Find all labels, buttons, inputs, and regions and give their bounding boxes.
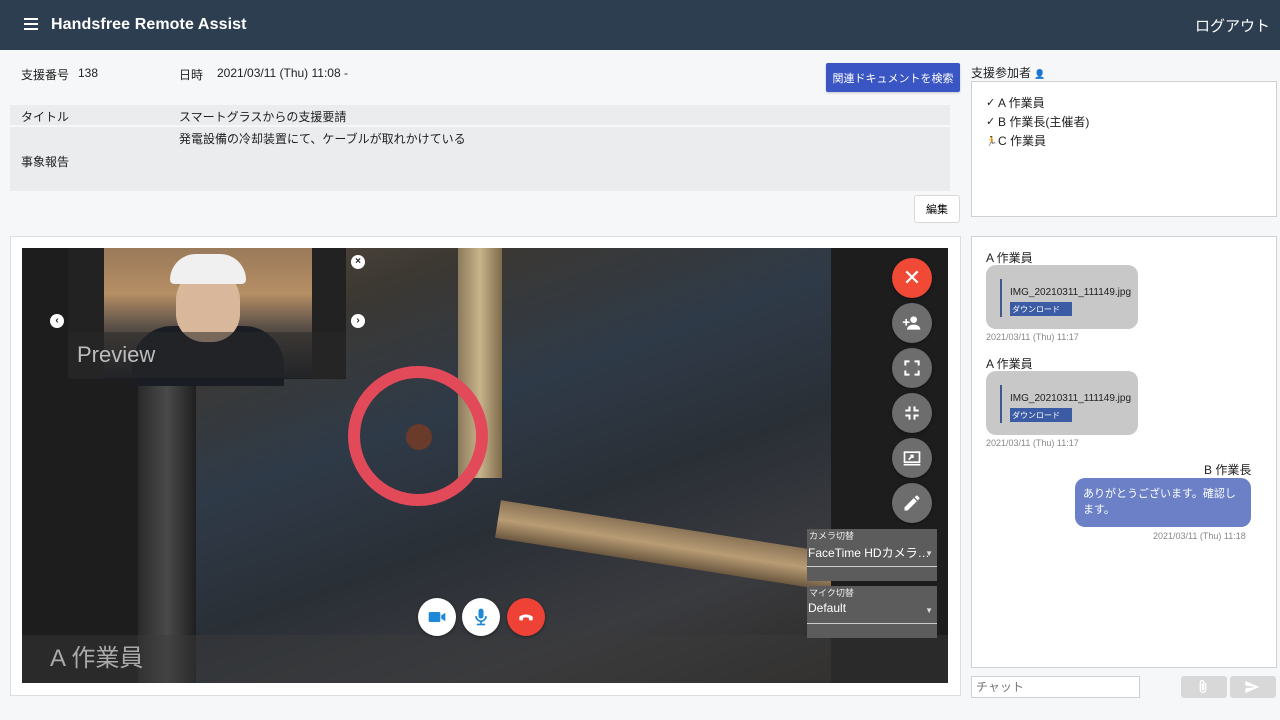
message-sender: B 作業長 xyxy=(1204,463,1252,477)
search-documents-button[interactable]: 関連ドキュメントを検索 xyxy=(826,63,960,92)
attach-button[interactable] xyxy=(1181,676,1227,698)
chevron-right-icon[interactable]: › xyxy=(351,314,365,328)
mic-select-label: マイク切替 xyxy=(809,588,854,598)
report-row xyxy=(10,127,950,191)
mic-select[interactable]: マイク切替 Default ▼ xyxy=(807,586,937,638)
chevron-left-icon[interactable]: ‹ xyxy=(50,314,64,328)
title-row xyxy=(10,105,950,125)
report-label: 事象報告 xyxy=(21,155,70,169)
video-camera-icon[interactable] xyxy=(418,598,456,636)
close-preview-icon[interactable]: × xyxy=(351,255,365,269)
edit-button[interactable]: 編集 xyxy=(914,195,960,223)
camera-select-label: カメラ切替 xyxy=(809,531,855,541)
remote-user-label: A 作業員 xyxy=(22,635,948,683)
running-person-icon: 🏃 xyxy=(986,136,998,146)
file-name: IMG_20210311_111149.jpg xyxy=(1010,287,1132,298)
file-name: IMG_20210311_111149.jpg xyxy=(1010,393,1132,404)
participants-title: 支援参加者 👤 xyxy=(971,64,1046,81)
message-sender: A 作業員 xyxy=(986,357,1033,371)
select-underline xyxy=(807,566,937,567)
top-bar: Handsfree Remote Assist ログアウト xyxy=(0,0,1280,50)
file-message-bubble: IMG_20210311_111149.jpg ダウンロード xyxy=(986,265,1138,329)
message-time: 2021/03/11 (Thu) 11:17 xyxy=(986,332,1079,342)
title-label: タイトル xyxy=(21,110,70,124)
participant-name: A 作業員 xyxy=(998,96,1045,110)
participant-name: B 作業長(主催者) xyxy=(998,115,1090,129)
close-call-icon[interactable]: ✕ xyxy=(892,258,932,298)
participant-item: ✓ A 作業員 xyxy=(986,94,1262,113)
paperclip-icon xyxy=(1199,680,1207,693)
select-underline xyxy=(807,623,937,624)
camera-select[interactable]: カメラ切替 FaceTime HDカメラ… ▼ xyxy=(807,529,937,581)
file-indicator xyxy=(1000,385,1002,423)
send-button[interactable] xyxy=(1230,676,1276,698)
logout-button[interactable]: ログアウト xyxy=(1195,15,1270,36)
participant-item: ✓ B 作業長(主催者) xyxy=(986,113,1262,132)
participants-title-text: 支援参加者 xyxy=(971,66,1032,80)
file-message-bubble: IMG_20210311_111149.jpg ダウンロード xyxy=(986,371,1138,435)
own-message-bubble: ありがとうございます。確認します。 xyxy=(1075,478,1251,527)
report-value: 発電設備の冷却装置にて、ケーブルが取れかけている xyxy=(179,132,466,146)
date-label: 日時 xyxy=(179,68,204,82)
chat-input[interactable] xyxy=(971,676,1140,698)
person-icon: 👤 xyxy=(1034,69,1046,79)
add-person-icon[interactable] xyxy=(892,303,932,343)
participant-name: C 作業員 xyxy=(998,134,1047,148)
hamburger-icon[interactable] xyxy=(24,18,38,30)
message-time: 2021/03/11 (Thu) 11:17 xyxy=(986,438,1079,448)
mic-icon[interactable] xyxy=(462,598,500,636)
screen-share-icon[interactable] xyxy=(892,438,932,478)
title-value: スマートグラスからの支援要請 xyxy=(179,110,347,124)
file-indicator xyxy=(1000,279,1002,317)
preview-label: Preview xyxy=(68,332,346,378)
exit-fullscreen-icon[interactable] xyxy=(892,393,932,433)
video-stream[interactable]: Preview ‹ › × A 作業員 ✕ カメラ切替 FaceTime HDカ… xyxy=(22,248,948,683)
mic-select-value: Default xyxy=(808,601,847,615)
message-sender: A 作業員 xyxy=(986,251,1033,265)
support-number-label: 支援番号 xyxy=(21,68,70,82)
fullscreen-icon[interactable] xyxy=(892,348,932,388)
red-valve xyxy=(348,366,488,506)
check-icon: ✓ xyxy=(986,97,996,109)
support-number: 138 xyxy=(78,66,99,80)
preview-helmet xyxy=(170,254,246,284)
download-button[interactable]: ダウンロード xyxy=(1010,302,1072,316)
camera-select-value: FaceTime HDカメラ… xyxy=(808,546,930,560)
chat-panel: A 作業員 IMG_20210311_111149.jpg ダウンロード 202… xyxy=(971,236,1277,668)
participants-list: ✓ A 作業員 ✓ B 作業長(主催者) 🏃 C 作業員 xyxy=(971,81,1277,217)
caret-down-icon: ▼ xyxy=(925,606,933,615)
date-value: 2021/03/11 (Thu) 11:08 - xyxy=(217,66,348,80)
check-icon: ✓ xyxy=(986,116,996,128)
local-preview: Preview xyxy=(68,248,346,386)
pen-icon[interactable] xyxy=(892,483,932,523)
caret-down-icon: ▼ xyxy=(925,549,933,558)
send-icon xyxy=(1245,681,1260,693)
download-button[interactable]: ダウンロード xyxy=(1010,408,1072,422)
message-time: 2021/03/11 (Thu) 11:18 xyxy=(1153,531,1246,541)
app-title: Handsfree Remote Assist xyxy=(51,16,247,33)
hang-up-icon[interactable] xyxy=(507,598,545,636)
participant-item: 🏃 C 作業員 xyxy=(986,132,1262,151)
